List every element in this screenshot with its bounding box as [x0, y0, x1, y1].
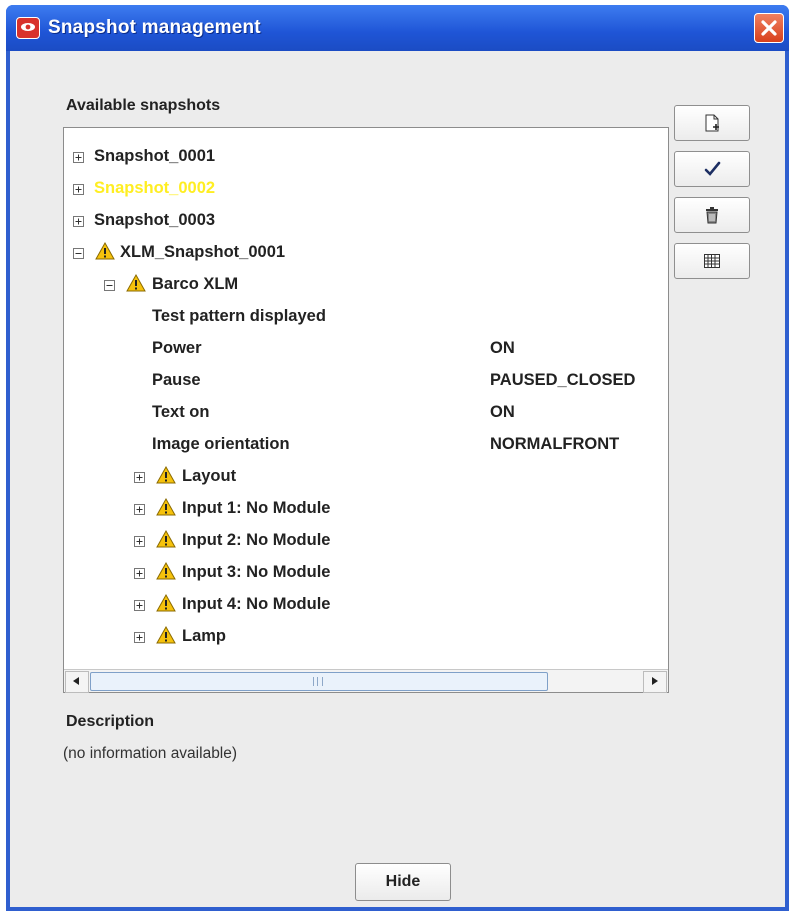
delete-trash-icon [706, 207, 718, 224]
title-bar[interactable]: Snapshot management [6, 5, 789, 51]
warning-icon [156, 626, 176, 644]
app-eye-icon [16, 17, 40, 39]
description-label: Description [66, 713, 155, 730]
tree-node-xlm-snapshot-0001[interactable]: XLM_Snapshot_0001 [120, 238, 285, 266]
property-power[interactable]: Power [152, 334, 202, 362]
property-test-pattern[interactable]: Test pattern displayed [152, 302, 326, 330]
tree-node-snapshot-0003[interactable]: Snapshot_0003 [94, 206, 215, 234]
available-snapshots-label: Available snapshots [66, 97, 221, 114]
tree-node-input-4[interactable]: Input 4: No Module [182, 590, 330, 618]
tree-node-input-3[interactable]: Input 3: No Module [182, 558, 330, 586]
property-text-on-value: ON [490, 403, 515, 421]
collapse-toggle-icon[interactable] [104, 280, 115, 291]
new-snapshot-icon [705, 114, 719, 132]
tree-node-input-2[interactable]: Input 2: No Module [182, 526, 330, 554]
property-power-value: ON [490, 339, 515, 357]
expand-toggle-icon[interactable] [134, 600, 145, 611]
delete-snapshot-button[interactable] [674, 197, 750, 233]
apply-snapshot-button[interactable] [674, 151, 750, 187]
tree-node-snapshot-0001[interactable]: Snapshot_0001 [94, 142, 215, 170]
expand-toggle-icon[interactable] [134, 536, 145, 547]
property-image-orientation-value: NORMALFRONT [490, 435, 620, 453]
grid-view-icon [704, 254, 720, 268]
close-icon [761, 20, 777, 36]
warning-icon [156, 562, 176, 580]
tree-node-barco-xlm[interactable]: Barco XLM [152, 270, 238, 298]
snapshot-tree-panel[interactable]: Snapshot_0001 Snapshot_0002 Snapshot_000… [63, 127, 669, 693]
apply-check-icon [704, 161, 721, 176]
warning-icon [156, 530, 176, 548]
expand-toggle-icon[interactable] [134, 568, 145, 579]
expand-toggle-icon[interactable] [73, 184, 84, 195]
close-button[interactable] [754, 13, 784, 43]
property-pause[interactable]: Pause [152, 366, 201, 394]
arrow-left-icon [73, 677, 79, 685]
tree-node-input-1[interactable]: Input 1: No Module [182, 494, 330, 522]
scrollbar-thumb[interactable] [90, 672, 548, 691]
warning-icon [156, 594, 176, 612]
snapshot-tree[interactable]: Snapshot_0001 Snapshot_0002 Snapshot_000… [64, 128, 668, 668]
expand-toggle-icon[interactable] [134, 472, 145, 483]
warning-icon [126, 274, 146, 292]
tree-node-layout[interactable]: Layout [182, 462, 236, 490]
warning-icon [156, 498, 176, 516]
expand-toggle-icon[interactable] [73, 216, 84, 227]
tree-node-snapshot-0002[interactable]: Snapshot_0002 [94, 174, 215, 202]
warning-icon [95, 242, 115, 260]
scroll-left-button[interactable] [65, 671, 89, 693]
horizontal-scrollbar[interactable] [64, 669, 668, 693]
grid-view-button[interactable] [674, 243, 750, 279]
scroll-grip-icon [313, 677, 323, 686]
property-image-orientation[interactable]: Image orientation [152, 430, 290, 458]
collapse-toggle-icon[interactable] [73, 248, 84, 259]
dialog-content: Available snapshots Snapshot_0001 Snapsh… [10, 51, 785, 907]
arrow-right-icon [652, 677, 658, 685]
hide-button[interactable]: Hide [355, 863, 451, 901]
scroll-right-button[interactable] [643, 671, 667, 693]
expand-toggle-icon[interactable] [134, 504, 145, 515]
new-snapshot-button[interactable] [674, 105, 750, 141]
description-text: (no information available) [63, 745, 238, 762]
snapshot-management-window: Snapshot management Available snapshots … [6, 5, 789, 911]
window-title: Snapshot management [48, 17, 261, 38]
tree-node-lamp[interactable]: Lamp [182, 622, 226, 650]
property-text-on[interactable]: Text on [152, 398, 209, 426]
expand-toggle-icon[interactable] [134, 632, 145, 643]
property-pause-value: PAUSED_CLOSED [490, 371, 636, 389]
warning-icon [156, 466, 176, 484]
expand-toggle-icon[interactable] [73, 152, 84, 163]
